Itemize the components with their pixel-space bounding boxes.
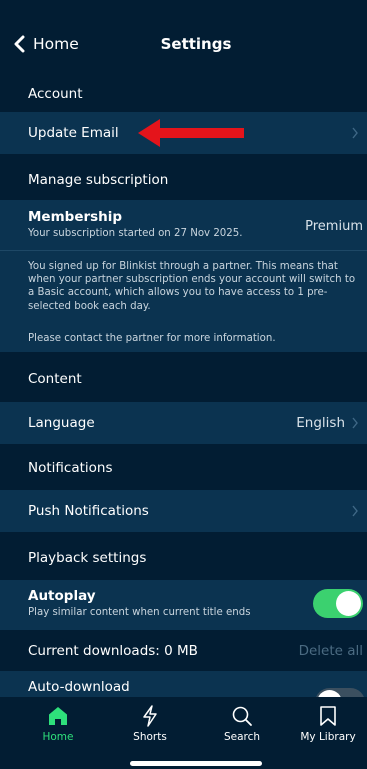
section-content: Content (0, 360, 367, 398)
membership-tier: Premium (305, 219, 363, 234)
section-notifications: Notifications (0, 448, 367, 488)
language-value: English (296, 415, 345, 431)
tab-my-library[interactable]: My Library (288, 697, 367, 753)
page-title: Settings (160, 35, 232, 53)
toggle-knob (336, 591, 361, 616)
membership-row: Membership Your subscription started on … (0, 200, 367, 250)
partner-note-text: You signed up for Blinkist through a par… (28, 261, 356, 312)
bookmark-icon (320, 706, 336, 726)
update-email-label: Update Email (28, 125, 119, 141)
current-downloads-label: Current downloads: 0 MB (28, 643, 198, 659)
section-account: Account (0, 76, 367, 112)
tab-home[interactable]: Home (12, 697, 104, 753)
tab-home-label: Home (42, 731, 74, 743)
tab-search-label: Search (223, 731, 261, 743)
home-icon (49, 707, 67, 725)
chevron-right-icon (352, 417, 358, 429)
section-manage-subscription: Manage subscription (0, 160, 367, 200)
annotation-arrow-icon (138, 119, 244, 147)
autoplay-description: Play similar content when current title … (28, 607, 251, 618)
language-label: Language (28, 415, 95, 431)
nav-header: Home Settings (0, 0, 367, 76)
chevron-right-icon (352, 505, 358, 517)
home-indicator (130, 761, 262, 766)
settings-screen: Home Settings Account Update Email Manag… (0, 0, 367, 769)
tab-my-library-label: My Library (300, 731, 356, 743)
lightning-icon (143, 705, 157, 727)
membership-start-date: Your subscription started on 27 Nov 2025… (28, 228, 243, 239)
language-row[interactable]: Language English (0, 402, 367, 444)
tab-shorts-label: Shorts (133, 731, 167, 743)
autoplay-toggle[interactable] (313, 589, 363, 618)
chevron-right-icon (352, 127, 358, 139)
autoplay-title: Autoplay (28, 588, 96, 604)
bottom-tab-bar: Home Shorts Search My Library (0, 697, 367, 769)
autoplay-row: Autoplay Play similar content when curre… (0, 580, 367, 630)
delete-all-button[interactable]: Delete all (299, 643, 363, 659)
current-downloads-row: Current downloads: 0 MB Delete all (0, 631, 367, 671)
section-playback-settings: Playback settings (0, 536, 367, 580)
tab-shorts[interactable]: Shorts (104, 697, 196, 753)
auto-download-label: Auto-download (28, 679, 130, 695)
partner-contact-text: Please contact the partner for more info… (28, 333, 276, 344)
membership-title: Membership (28, 209, 123, 225)
push-notifications-label: Push Notifications (28, 503, 149, 519)
tab-search[interactable]: Search (196, 697, 288, 753)
search-icon (232, 706, 252, 726)
push-notifications-row[interactable]: Push Notifications (0, 490, 367, 532)
